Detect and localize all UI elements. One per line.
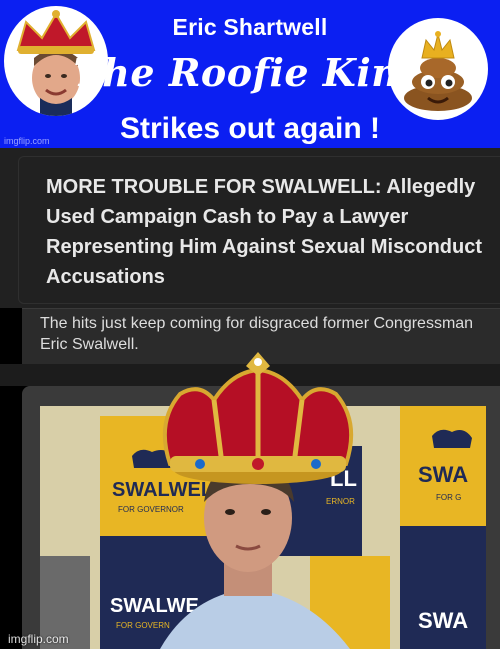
sign-1-small: FOR GOVERNOR bbox=[118, 505, 184, 514]
sign-5-text: SWA bbox=[418, 608, 468, 633]
crowned-poop-emoji-icon bbox=[404, 31, 472, 111]
meme-banner: Eric Shartwell The Roofie King Strikes o… bbox=[0, 0, 500, 148]
sign-4-small: FOR GOVERN bbox=[116, 621, 170, 630]
watermark-top: imgflip.com bbox=[4, 136, 50, 146]
sign-3-text: SWA bbox=[418, 462, 468, 487]
article-card-border bbox=[18, 156, 500, 304]
article-lede: The hits just keep coming for disgraced … bbox=[40, 315, 474, 353]
sign-4-text: SWALWE bbox=[110, 595, 199, 617]
sign-3-small: FOR G bbox=[436, 493, 461, 502]
watermark-bottom: imgflip.com bbox=[8, 632, 69, 646]
sign-2-small: ERNOR bbox=[326, 497, 355, 506]
crown-icon bbox=[162, 352, 354, 484]
right-poop-avatar bbox=[388, 18, 488, 120]
